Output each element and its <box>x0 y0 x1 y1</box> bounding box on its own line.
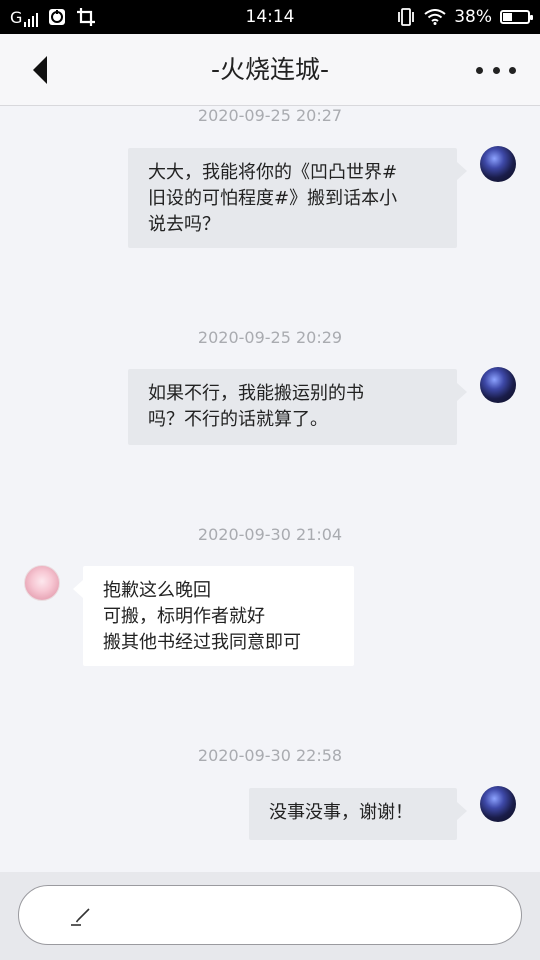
message-text-line: 搬其他书经过我同意即可 <box>103 632 301 653</box>
my-avatar[interactable] <box>480 367 516 403</box>
battery-percent: 38% <box>454 7 492 27</box>
message-text-line: 大大，我能将你的《凹凸世界# <box>148 162 398 183</box>
message-bubble-sent[interactable]: 如果不行，我能搬运别的书 吗？不行的话就算了。 <box>128 369 467 445</box>
message-text-line: 旧设的可怕程度#》搬到话本小 <box>148 188 398 209</box>
message-timestamp: 2020-09-30 22:58 <box>197 746 343 765</box>
more-options-button[interactable] <box>476 52 516 88</box>
message-text-line: 可搬，标明作者就好 <box>103 606 265 627</box>
nav-bar: -火烧连城- <box>0 34 540 106</box>
pen-icon <box>71 908 90 926</box>
message-text-line: 说去吗？ <box>148 214 220 235</box>
more-dot-icon <box>492 66 500 74</box>
wifi-icon <box>424 9 446 25</box>
more-dot-icon <box>476 66 483 74</box>
back-button[interactable] <box>22 52 58 88</box>
status-right: 38% <box>396 0 533 34</box>
chat-message-list[interactable]: 2020-09-25 20:27 大大，我能将你的《凹凸世界# 旧设的可怕程度#… <box>0 106 540 872</box>
message-text-line: 没事没事，谢谢！ <box>269 802 413 823</box>
message-text-line: 抱歉这么晚回 <box>103 580 211 601</box>
message-bubble-received[interactable]: 抱歉这么晚回 可搬，标明作者就好 搬其他书经过我同意即可 <box>73 566 354 666</box>
status-bar: G 14:14 38% <box>0 0 540 34</box>
message-timestamp: 2020-09-25 20:29 <box>197 328 343 347</box>
message-bubble-sent[interactable]: 大大，我能将你的《凹凸世界# 旧设的可怕程度#》搬到话本小 说去吗？ <box>128 148 467 248</box>
battery-icon <box>500 10 533 24</box>
my-avatar[interactable] <box>480 146 516 182</box>
message-text-line: 如果不行，我能搬运别的书 <box>148 383 364 404</box>
back-arrow-icon <box>33 56 47 84</box>
message-timestamp: 2020-09-25 20:27 <box>197 106 343 125</box>
page-title: -火烧连城- <box>210 55 330 84</box>
message-input-bar <box>0 872 540 960</box>
message-timestamp: 2020-09-30 21:04 <box>197 525 343 544</box>
vibrate-icon <box>398 8 415 26</box>
message-text-line: 吗？不行的话就算了。 <box>148 409 328 430</box>
message-bubble-sent[interactable]: 没事没事，谢谢！ <box>249 788 467 840</box>
message-input[interactable] <box>18 885 522 945</box>
contact-avatar[interactable] <box>24 565 60 601</box>
my-avatar[interactable] <box>480 786 516 822</box>
more-dot-icon <box>509 66 516 74</box>
